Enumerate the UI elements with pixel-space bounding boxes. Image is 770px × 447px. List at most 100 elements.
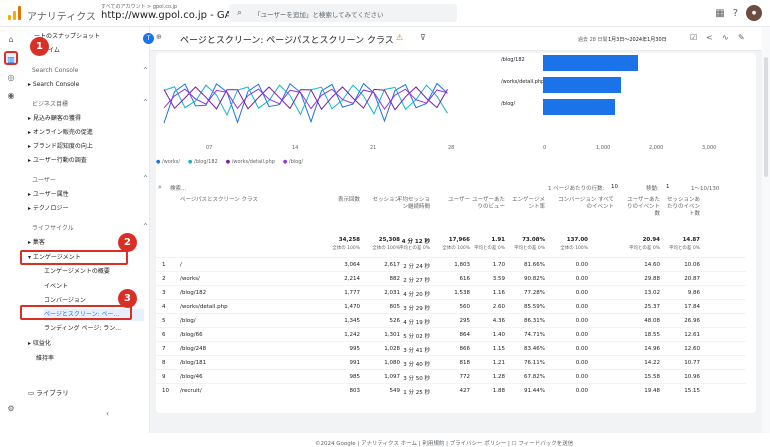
- table-cell: 83.46%: [524, 346, 545, 352]
- table-cell: 3: [162, 290, 166, 296]
- table-row[interactable]: 10/recruit/803 549 1 分 25 秒 427 1.88 91.44% 0.…: [156, 383, 746, 397]
- table-cell: 772: [459, 374, 471, 380]
- table-row[interactable]: 5/blog/1,345 526 4 分 19 秒 295 4.36 86.31% 0.00…: [156, 313, 746, 327]
- account-breadcrumb[interactable]: すべてのアカウント > gpol.co.jp: [101, 3, 177, 10]
- table-cell: 3 分 50 秒: [403, 376, 430, 382]
- column-header[interactable]: セッションあたりのイベント数: [666, 197, 700, 218]
- legend-item[interactable]: ● /works/: [156, 159, 180, 165]
- table-row[interactable]: 1 / 3,064 2,617 2 分 24 秒 1,803 1.70 81.66% 0.00 1…: [156, 257, 746, 271]
- sidebar-item-realtime[interactable]: ルタイム: [36, 45, 162, 57]
- sidebar-item-retention[interactable]: 維持率: [36, 353, 162, 365]
- sidebar-item-monetization[interactable]: ▸ 収益化: [28, 338, 154, 350]
- analytics-logo-icon[interactable]: [8, 6, 22, 20]
- sidebar-item-tech[interactable]: ▸ テクノロジー: [28, 203, 154, 215]
- table-cell: 10.77: [684, 360, 700, 366]
- sidebar-item-sales[interactable]: ▸ オンライン販売の促進: [28, 127, 154, 139]
- avatar[interactable]: ●: [746, 5, 762, 21]
- table-row[interactable]: 6/blog/66 1,242 1,301 5 分 02 秒 864 1.40 74.71%…: [156, 327, 746, 341]
- column-header[interactable]: ユーザーあたりのイベント数: [626, 197, 660, 218]
- date-range[interactable]: 1月3日～2024年1月30日: [608, 36, 667, 43]
- column-header[interactable]: 表示回数: [326, 197, 360, 204]
- table-cell: 1.16: [492, 290, 505, 296]
- table-cell: /blog/46: [180, 374, 203, 380]
- help-icon[interactable]: ?: [733, 8, 738, 19]
- search-placeholder: 「ユーザーを追加」と検索してみてください: [254, 11, 384, 19]
- explore-icon[interactable]: ◎: [4, 71, 18, 85]
- table-cell: 2,617: [384, 262, 400, 268]
- total-sub: 平均との差 0%: [473, 246, 505, 251]
- pagination[interactable]: 1〜10/130: [691, 184, 719, 192]
- top-bar: アナリティクス すべてのアカウント > gpol.co.jp http://ww…: [0, 0, 770, 27]
- legend-item[interactable]: ● /works/detail.php: [226, 159, 275, 165]
- table-cell: 13.02: [644, 290, 660, 296]
- table-cell: 803: [349, 388, 361, 394]
- reports-icon[interactable]: ▥: [4, 51, 18, 65]
- sidebar-item-brand[interactable]: ▸ ブランド認知度の向上: [28, 141, 154, 153]
- search-bar[interactable]: ⌕ 「ユーザーを追加」と検索してみてください: [229, 4, 457, 22]
- comparison-avatar[interactable]: T: [143, 33, 154, 44]
- sidebar-section-lifecycle[interactable]: ライフサイクル ^: [32, 223, 158, 235]
- table-cell: /recruit/: [180, 388, 202, 394]
- table-cell: /works/detail.php: [180, 304, 228, 310]
- total-sub: 全体の 100%: [442, 246, 470, 251]
- sidebar-item-behavior[interactable]: ▸ ユーザー行動の調査: [28, 155, 154, 167]
- collapse-sidebar-icon[interactable]: ‹: [106, 409, 126, 421]
- apps-grid-icon[interactable]: ▦: [715, 8, 724, 19]
- share-icon[interactable]: <: [706, 33, 713, 42]
- sidebar-section-business[interactable]: ビジネス目標 ^: [32, 99, 158, 111]
- table-cell: 3,064: [344, 262, 360, 268]
- date-label[interactable]: 過去 28 日間: [578, 36, 608, 43]
- column-header[interactable]: コンバージョン すべてのイベント: [554, 197, 614, 211]
- settings-gear-icon[interactable]: ⚙: [4, 402, 18, 416]
- table-cell: 1,538: [454, 290, 470, 296]
- column-header[interactable]: ユーザーあたりのビュー: [471, 197, 505, 211]
- table-cell: 1,028: [384, 346, 400, 352]
- goto-input[interactable]: 1: [666, 184, 670, 190]
- table-cell: 0.00: [575, 262, 588, 268]
- table-row[interactable]: 9/blog/46 985 1,097 3 分 50 秒 772 1.28 67.82% 0.…: [156, 369, 746, 383]
- legend-item[interactable]: ● /blog/182: [188, 159, 218, 165]
- sidebar-item-library[interactable]: ▭ ライブラリ: [28, 387, 154, 399]
- rows-per-page-select[interactable]: 10: [611, 184, 618, 190]
- chevron-up-icon: ^: [142, 99, 148, 106]
- table-cell: 1,345: [344, 318, 360, 324]
- table-cell: 616: [459, 276, 471, 282]
- table-cell: 6: [162, 332, 166, 338]
- table-cell: 91.44%: [524, 388, 545, 394]
- table-row[interactable]: 7/blog/248 995 1,028 3 分 41 秒 866 1.15 83.46% 0…: [156, 341, 746, 355]
- table-cell: 9: [162, 374, 166, 380]
- table-cell: 1.28: [492, 374, 505, 380]
- customize-icon[interactable]: ☑: [690, 33, 697, 42]
- advertising-icon[interactable]: ◉: [4, 89, 18, 103]
- sidebar-section-user[interactable]: ユーザー ^: [32, 175, 158, 187]
- table-cell: 1.40: [492, 332, 505, 338]
- sidebar-section-search-console[interactable]: Search Console ^: [32, 67, 158, 79]
- scrollbar[interactable]: [762, 27, 770, 433]
- total-cell: 73.08%: [522, 237, 545, 243]
- home-icon[interactable]: ⌂: [4, 33, 18, 47]
- column-header[interactable]: エンゲージメント率: [511, 197, 545, 211]
- sidebar-item-search-console[interactable]: ▸ Search Console: [28, 81, 154, 93]
- filter-icon[interactable]: ⊽: [420, 33, 426, 42]
- sidebar-item-snapshot[interactable]: ートのスナップショット: [34, 31, 160, 43]
- table-row[interactable]: 4/works/detail.php 1,470 805 3 分 29 秒 560 2.6…: [156, 299, 746, 313]
- table-search-input[interactable]: 検索...: [170, 184, 186, 192]
- column-header[interactable]: 平均セッション継続時間: [396, 197, 430, 211]
- table-row[interactable]: 2/works/2,214 882 2 分 27 秒 616 3.59 90.82% 0.0…: [156, 271, 746, 285]
- table-cell: 10.06: [684, 262, 700, 268]
- table-row[interactable]: 3/blog/182 1,777 2,031 4 分 20 秒 1,538 1.16 77.…: [156, 285, 746, 299]
- insights-icon[interactable]: ∿: [722, 33, 729, 42]
- page-footer[interactable]: ©2024 Google | アナリティクス ホーム | 利用規約 | プライバ…: [315, 439, 573, 447]
- column-header[interactable]: ページパスとスクリーン クラス: [180, 197, 290, 204]
- property-selector[interactable]: http://www.gpol.co.jp - GA4 ▾: [101, 10, 246, 21]
- legend-item[interactable]: ● /blog/: [283, 159, 303, 165]
- column-header[interactable]: セッション: [366, 197, 400, 204]
- warning-icon[interactable]: ⚠: [396, 33, 403, 42]
- sidebar-item-demographics[interactable]: ▸ ユーザー属性: [28, 189, 154, 201]
- sidebar-item-leads[interactable]: ▸ 見込み顧客の獲得: [28, 113, 154, 125]
- column-header[interactable]: ユーザー: [436, 197, 470, 204]
- add-comparison-icon[interactable]: ⊕: [156, 33, 162, 41]
- edit-icon[interactable]: ✎: [738, 33, 745, 42]
- table-cell: 25.37: [644, 304, 660, 310]
- table-row[interactable]: 8/blog/181 991 1,080 3 分 40 秒 818 1.21 76.11% 0…: [156, 355, 746, 369]
